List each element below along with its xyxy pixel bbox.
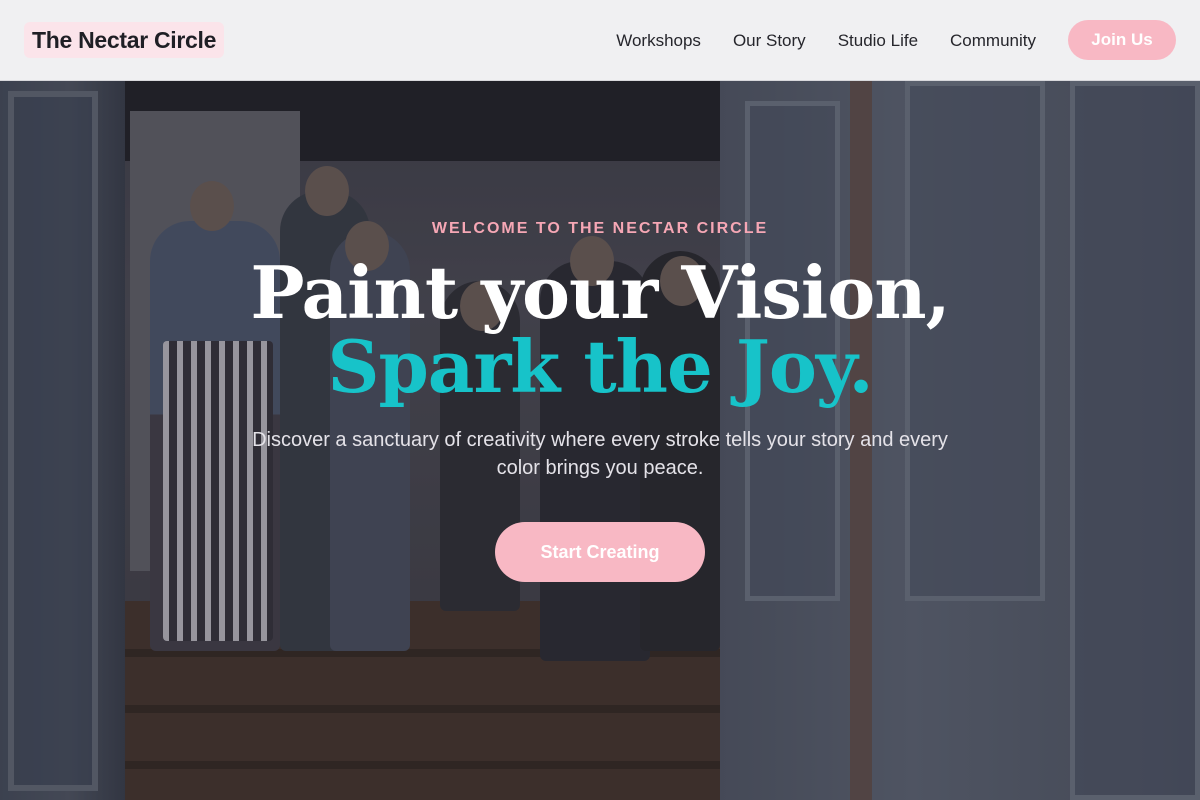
- join-us-button[interactable]: Join Us: [1068, 20, 1176, 60]
- nav-item-community[interactable]: Community: [950, 31, 1036, 51]
- hero-headline-line2: Spark the Joy.: [327, 324, 873, 409]
- main-nav: Workshops Our Story Studio Life Communit…: [616, 0, 1036, 81]
- site-header: The Nectar Circle Workshops Our Story St…: [0, 0, 1200, 81]
- nav-item-our-story[interactable]: Our Story: [733, 31, 806, 51]
- start-creating-button[interactable]: Start Creating: [495, 522, 705, 582]
- nav-item-workshops[interactable]: Workshops: [616, 31, 701, 51]
- hero-headline-line1: Paint your Vision,: [250, 250, 950, 335]
- nav-item-studio-life[interactable]: Studio Life: [838, 31, 918, 51]
- brand-logo[interactable]: The Nectar Circle: [24, 22, 225, 58]
- hero-subtext: Discover a sanctuary of creativity where…: [252, 429, 948, 479]
- hero-eyebrow: WELCOME TO THE NECTAR CIRCLE: [431, 220, 769, 237]
- hero-section: WELCOME TO THE NECTAR CIRCLE Paint your …: [0, 81, 1200, 800]
